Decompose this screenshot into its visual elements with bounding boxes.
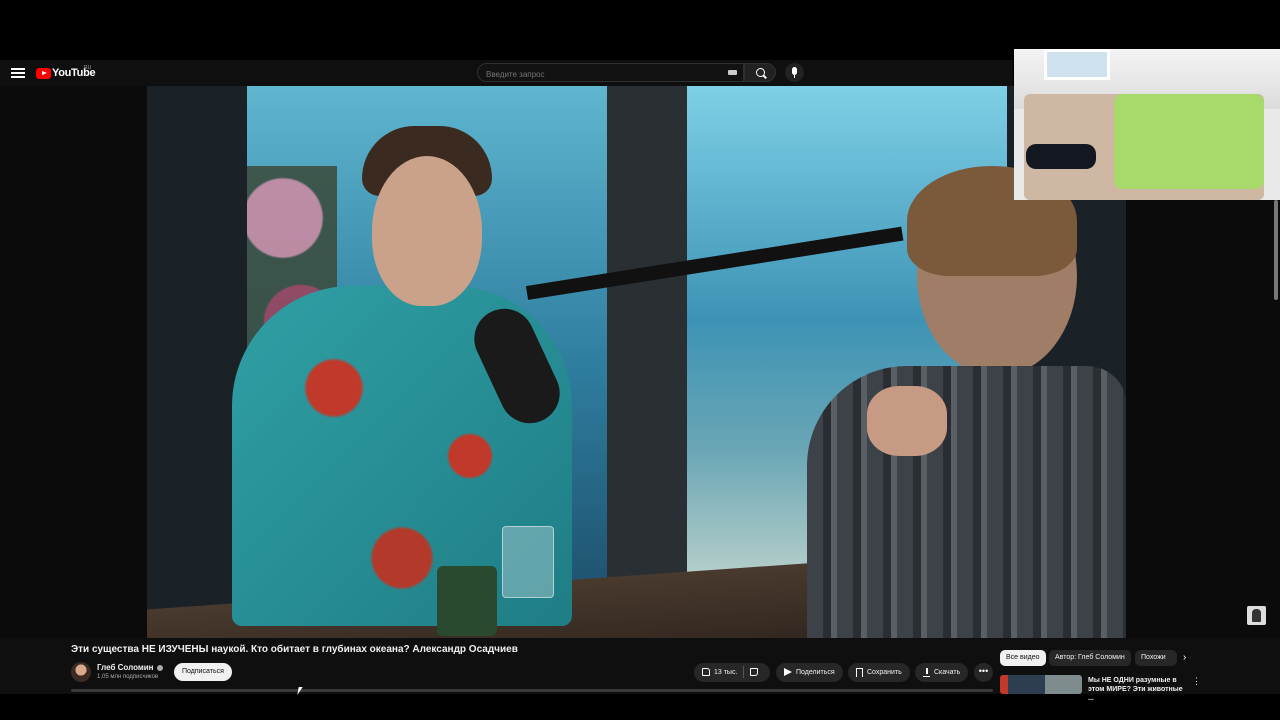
download-button[interactable]: Скачать [915,663,969,682]
share-label: Поделиться [796,669,835,676]
save-label: Сохранить [867,669,902,676]
video-title: Эти существа НЕ ИЗУЧЕНЫ наукой. Кто обит… [71,644,518,655]
youtube-header: YouTube RU [0,60,1013,86]
search-box [477,63,744,83]
recommendation-menu-icon[interactable]: ⋮ [1192,676,1201,687]
video-frame [147,86,1126,638]
green-blanket [1114,94,1264,189]
host-body [807,366,1126,638]
thumbs-up-icon [702,668,710,677]
keyboard-icon[interactable] [728,70,737,75]
thumbs-down-icon[interactable] [750,668,759,677]
studio-pillar [607,86,687,638]
more-actions-button[interactable]: ••• [974,663,993,682]
voice-search-button[interactable] [785,63,804,82]
like-divider [743,666,745,679]
save-button[interactable]: Сохранить [848,663,910,682]
chip-related[interactable]: Похожи [1135,650,1177,666]
channel-avatar[interactable] [71,662,91,682]
host-hands [867,386,947,456]
youtube-logo[interactable]: YouTube RU [36,65,96,79]
subscriber-count: 1,05 млн подписчиков [97,674,159,680]
like-button[interactable]: 13 тыс. [702,668,738,677]
search-input[interactable] [478,66,706,83]
share-button[interactable]: Поделиться [776,663,843,682]
download-icon [923,667,930,677]
video-info-bar: Эти существа НЕ ИЗУЧЕНЫ наукой. Кто обит… [0,638,1280,702]
subscribe-button[interactable]: Подписаться [174,663,232,681]
youtube-play-icon [36,67,51,79]
like-dislike-group: 13 тыс. [694,663,771,682]
channel-name-text: Глеб Соломин [97,663,154,672]
search-button[interactable] [744,63,776,82]
room-window [1044,49,1110,80]
verified-badge-icon [156,664,163,671]
chip-author[interactable]: Автор: Глеб Соломин [1049,650,1131,666]
like-count: 13 тыс. [714,669,738,676]
water-glass [502,526,554,598]
search-icon [756,68,765,77]
guest-head [372,156,482,306]
hamburger-menu-icon[interactable] [11,66,25,80]
recommendation-title[interactable]: Мы НЕ ОДНИ разумные в этом МИРЕ? Эти жив… [1088,676,1188,703]
recommendation-thumbnail[interactable] [1000,675,1082,694]
webcam-overlay [1014,49,1280,200]
chip-all-videos[interactable]: Все видео [1000,650,1046,666]
save-playlist-icon [856,667,863,677]
region-code: RU [84,65,92,71]
dark-bag [1026,144,1096,169]
mug [437,566,497,636]
share-icon [784,668,792,677]
page-scrollbar[interactable] [1274,200,1278,300]
chevron-right-icon[interactable]: › [1183,650,1195,666]
loading-bar [71,689,993,692]
host [807,166,1126,638]
profile-thumbnail-icon[interactable] [1247,606,1266,625]
channel-name[interactable]: Глеб Соломин [97,663,163,672]
download-label: Скачать [934,669,961,676]
